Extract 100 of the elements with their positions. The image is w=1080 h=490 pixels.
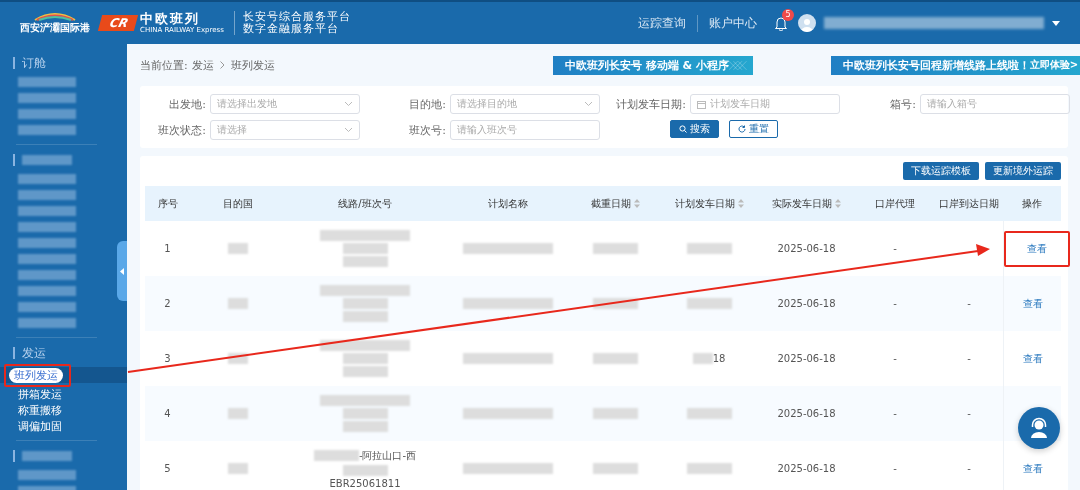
view-link[interactable]: 查看 [1027, 241, 1047, 256]
search-icon [679, 125, 687, 133]
sidebar-item[interactable]: 拼箱发运 [18, 386, 62, 402]
blurred-text [18, 222, 76, 232]
view-link[interactable]: 查看 [1022, 351, 1043, 366]
blurred-text [18, 238, 76, 248]
blurred-text [18, 77, 76, 87]
blurred-text [342, 366, 388, 377]
sidebar-item[interactable]: 称重搬移 [18, 402, 62, 418]
blurred-text [686, 408, 732, 419]
table-cell: 2 [164, 298, 171, 309]
refresh-icon [738, 125, 746, 133]
table-cell: 1 [164, 243, 171, 254]
table-cell: - [967, 353, 971, 364]
logo-text: 西安浐灞国际港 [20, 21, 90, 35]
blurred-text [592, 298, 638, 309]
table-cell: 3 [164, 353, 171, 364]
breadcrumb-label: 当前位置: [140, 57, 188, 73]
date-field[interactable]: 计划发车日期 [690, 94, 840, 114]
chevron-down-icon [344, 127, 353, 133]
blurred-text [692, 353, 713, 364]
blurred-text [592, 408, 638, 419]
table-cell: 2025-06-18 [777, 353, 836, 364]
headset-person-icon [1028, 417, 1050, 439]
sidebar-item[interactable]: 调偏加固 [18, 418, 62, 434]
blurred-text [227, 408, 248, 419]
caret-down-icon[interactable] [1052, 20, 1060, 26]
select-field[interactable]: 请选择目的地 [450, 94, 600, 114]
blurred-text [18, 254, 76, 264]
collapse-handle[interactable] [117, 241, 127, 301]
input-field[interactable]: 请输入箱号 [920, 94, 1070, 114]
field-label: 班次状态: [157, 122, 207, 138]
chevron-down-icon [344, 101, 353, 107]
select-field[interactable]: 请选择 [210, 120, 360, 140]
table-cell: - [893, 463, 897, 474]
platform-title: 长安号综合服务平台 [242, 11, 351, 23]
blurred-text [18, 174, 76, 184]
blurred-text [227, 298, 248, 309]
blurred-text [18, 470, 76, 480]
logo-text: 中欧班列 [140, 12, 202, 26]
column-header: 线路/班次号 [338, 196, 392, 211]
promo-banner[interactable]: 中欧班列长安号 移动端 & 小程序 [552, 55, 753, 75]
blurred-text [686, 298, 732, 309]
view-link[interactable]: 查看 [1022, 461, 1043, 476]
sort-icon [835, 199, 841, 208]
table-cell: 5 [164, 463, 171, 474]
blurred-text [313, 450, 359, 461]
sort-icon [737, 199, 744, 208]
blurred-text [342, 256, 388, 267]
sidebar-item[interactable]: 班列发运 [9, 367, 63, 383]
nav-link[interactable]: 账户中心 [697, 14, 768, 32]
blurred-text [18, 93, 76, 103]
column-header: 计划发车日期 [674, 196, 735, 211]
blurred-text [227, 243, 248, 254]
avatar-icon[interactable] [798, 14, 816, 32]
column-header: 目的国 [222, 196, 253, 211]
table-cell: EBR25061811 [329, 477, 401, 489]
search-button[interactable]: 搜索 [670, 120, 719, 138]
toolbar-button[interactable]: 更新境外运踪 [985, 162, 1061, 180]
column-header: 操作 [1022, 196, 1042, 211]
blurred-text [18, 318, 76, 328]
toolbar-button[interactable]: 下载运踪模板 [903, 162, 979, 180]
promo-banner[interactable]: 中欧班列长安号回程新增线路上线啦！立即体验> [830, 55, 1080, 75]
breadcrumb-link[interactable]: 发运 [191, 57, 214, 73]
table-cell: 18 [712, 353, 726, 364]
field-label: 箱号: [889, 96, 917, 112]
blurred-text [342, 421, 388, 432]
table-cell: - [893, 243, 897, 254]
blurred-text [22, 155, 72, 165]
chevron-down-icon [584, 101, 593, 107]
blurred-text [18, 206, 76, 216]
select-field[interactable]: 请选择出发地 [210, 94, 360, 114]
blurred-text [22, 451, 72, 461]
blurred-text [342, 243, 388, 254]
blurred-text [18, 286, 76, 296]
blurred-text [686, 243, 732, 254]
blurred-text [227, 463, 248, 474]
nav-link[interactable]: 运踪查询 [627, 14, 697, 32]
blurred-text [342, 408, 388, 419]
view-link[interactable]: 查看 [1022, 296, 1043, 311]
table-cell: - [893, 298, 897, 309]
notification-badge: 5 [782, 8, 794, 21]
table-cell: - [967, 463, 971, 474]
table-cell: 4 [164, 408, 171, 419]
field-label: 目的地: [408, 96, 447, 112]
breadcrumb-link[interactable]: 班列发运 [230, 57, 275, 73]
column-header: 口岸到达日期 [939, 196, 999, 211]
column-header: 实际发车日期 [772, 196, 832, 211]
bell-icon[interactable] [774, 15, 788, 31]
table-cell: -阿拉山口-西 [358, 448, 417, 463]
column-header: 截重日期 [590, 196, 631, 211]
table-cell: - [893, 353, 897, 364]
input-field[interactable]: 请输入班次号 [450, 120, 600, 140]
column-header: 口岸代理 [875, 196, 915, 211]
blurred-text [342, 311, 388, 322]
table-cell: - [967, 408, 971, 419]
blurred-text [592, 463, 638, 474]
blurred-text [592, 243, 638, 254]
blurred-text [18, 190, 76, 200]
reset-button[interactable]: 重置 [729, 120, 778, 138]
